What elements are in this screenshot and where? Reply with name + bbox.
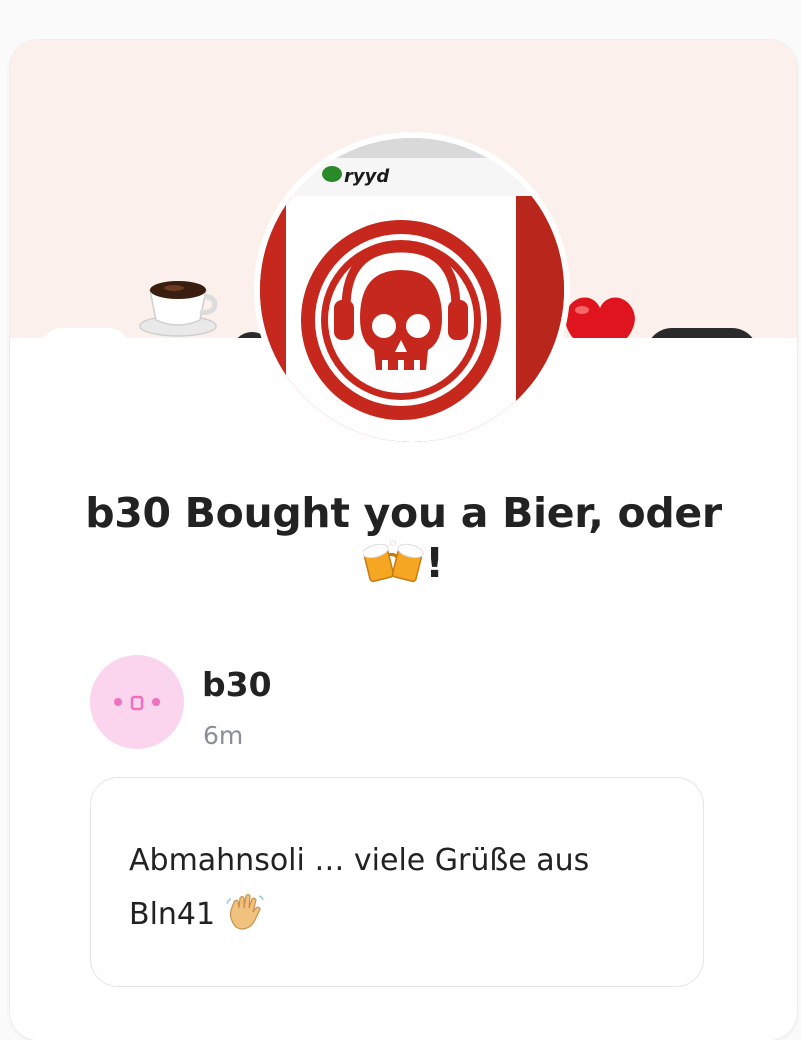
skull-headphones-logo: ryyd [260, 138, 564, 442]
waving-hand-icon [225, 893, 264, 930]
message-text: Abmahnsoli … viele Grüße aus Bln41 [129, 843, 590, 932]
supporter-time: 6m [203, 721, 244, 750]
face-icon [114, 695, 160, 711]
page-title: b30 Bought you a Bier, oder ! [50, 488, 757, 588]
creator-avatar[interactable]: ryyd [260, 138, 564, 442]
message-text-wrap: Abmahnsoli … viele Grüße aus Bln41 [129, 834, 649, 942]
logo-text: ryyd [344, 166, 390, 187]
tip-card: ryyd b30 Bought you a Bier, oder ! b30 6… [10, 40, 797, 1040]
coffee-icon [139, 281, 218, 337]
supporter-row: b30 6m [90, 655, 710, 755]
avatar[interactable] [90, 655, 184, 749]
beer-mugs-icon [363, 540, 425, 583]
title-text: b30 Bought you a Bier, oder [85, 489, 722, 537]
supporter-name[interactable]: b30 [202, 665, 272, 704]
message-box: Abmahnsoli … viele Grüße aus Bln41 [90, 777, 704, 987]
title-suffix: ! [425, 539, 444, 587]
